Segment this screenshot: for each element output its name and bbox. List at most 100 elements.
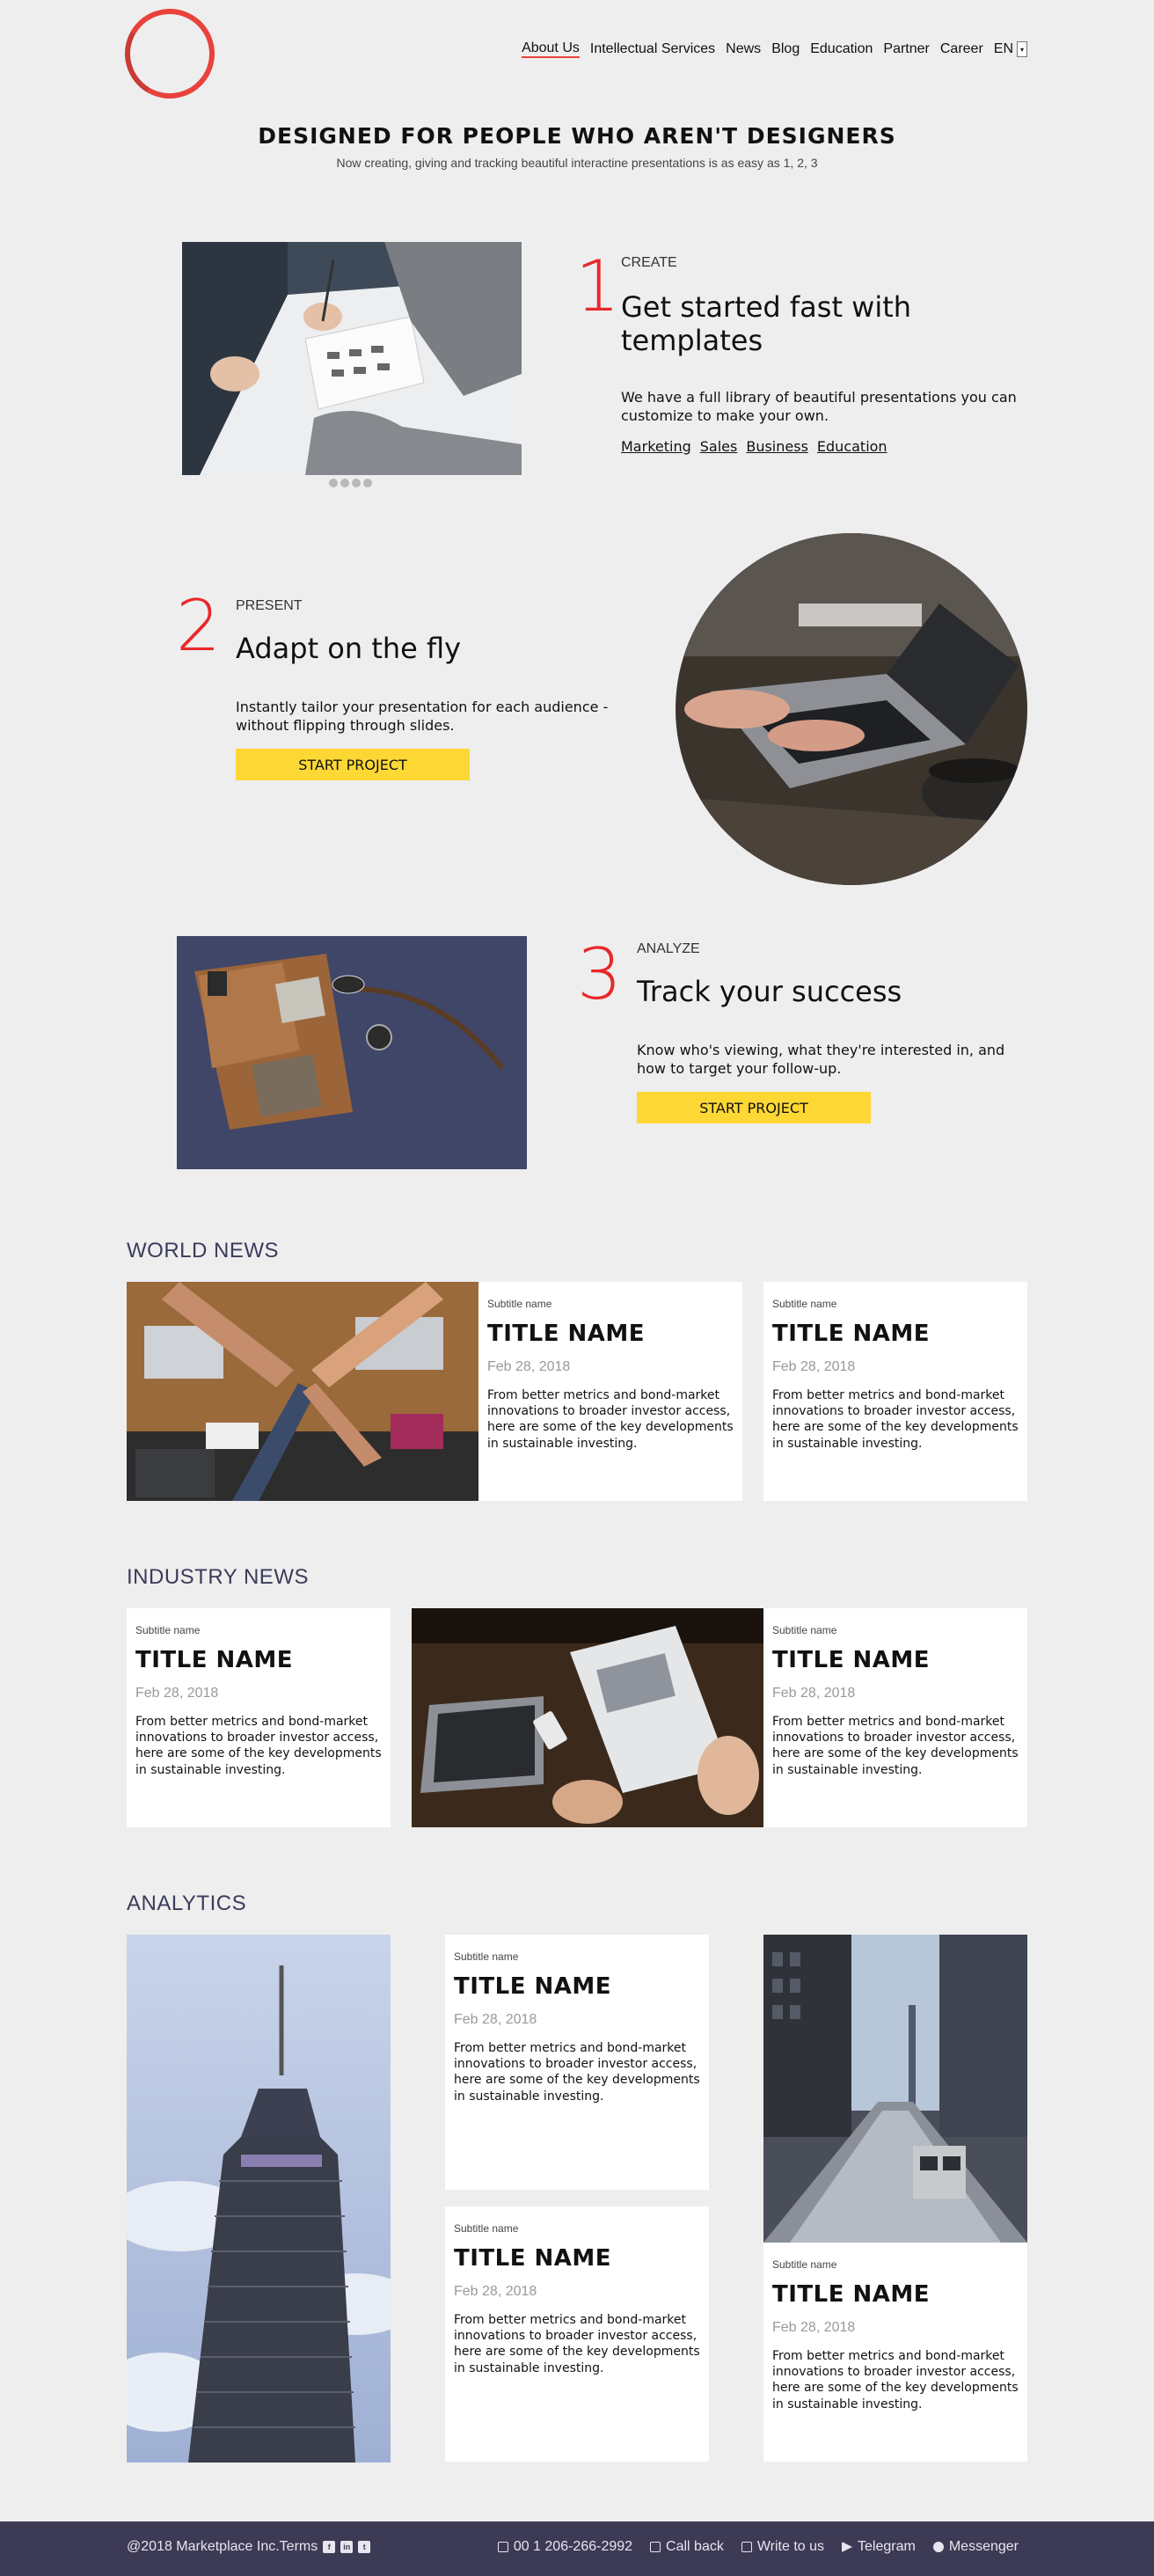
nav-partner[interactable]: Partner [883,41,929,57]
mail-icon [741,2542,752,2552]
news-card[interactable]: Subtitle name TITLE NAME Feb 28, 2018 Fr… [478,1282,742,1501]
step-desc-create: We have a full library of beautiful pres… [621,389,1017,424]
card-text: From better metrics and bond-market inno… [772,1388,1019,1451]
nav-about-us[interactable]: About Us [522,40,580,58]
language-label: EN [993,41,1013,56]
step-desc-present: Instantly tailor your presentation for e… [236,699,609,734]
card-date: Feb 28, 2018 [487,1359,571,1374]
messenger-link[interactable]: Messenger [932,2539,1019,2555]
call-back-label: Call back [666,2539,724,2554]
card-date: Feb 28, 2018 [135,1686,219,1701]
feature-analyze-image [177,936,527,1169]
world-news-image[interactable] [127,1282,478,1501]
news-card[interactable]: Subtitle name TITLE NAME Feb 28, 2018 Fr… [763,1608,1027,1827]
phone-number: 00 1 206-266-2992 [513,2539,633,2554]
card-title[interactable]: TITLE NAME [454,2245,700,2272]
step-title-analyze: Track your success [637,975,902,1008]
card-title[interactable]: TITLE NAME [454,1973,700,2000]
template-tags: Marketing Sales Business Education [621,438,887,455]
nav-intellectual-services[interactable]: Intellectual Services [590,41,715,57]
logo[interactable] [114,0,225,109]
phone-icon [650,2542,661,2552]
card-title[interactable]: TITLE NAME [487,1321,734,1347]
card-text: From better metrics and bond-market inno… [454,2041,700,2104]
footer-contacts: 00 1 206-266-2992 Call back Write to us … [497,2539,1019,2555]
section-title-analytics: ANALYTICS [127,1892,247,1915]
main-nav: About Us Intellectual Services News Blog… [522,40,1027,58]
card-text: From better metrics and bond-market inno… [487,1388,734,1451]
card-text: From better metrics and bond-market inno… [772,1715,1019,1777]
card-date: Feb 28, 2018 [772,1359,856,1374]
card-date: Feb 28, 2018 [772,2320,856,2335]
section-title-industry-news: INDUSTRY NEWS [127,1565,309,1589]
card-subtitle: Subtitle name [454,1950,519,1963]
step-number-2: 2 [176,585,221,667]
card-subtitle: Subtitle name [772,1624,837,1636]
step-kicker-present: PRESENT [236,598,303,613]
tag-education[interactable]: Education [817,438,887,455]
card-subtitle: Subtitle name [135,1624,201,1636]
call-back-link[interactable]: Call back [650,2539,724,2555]
start-project-button[interactable]: START PROJECT [236,749,470,780]
step-title-create: Get started fast with templates [621,290,912,358]
card-subtitle: Subtitle name [772,1298,837,1310]
carousel-dots[interactable] [329,479,372,487]
phone-icon [497,2542,508,2552]
feature-present-image [676,533,1027,885]
twitter-icon[interactable]: t [358,2541,371,2553]
section-title-world-news: WORLD NEWS [127,1239,279,1262]
write-to-us-label: Write to us [756,2539,825,2554]
news-card[interactable]: Subtitle name TITLE NAME Feb 28, 2018 Fr… [445,2206,709,2462]
facebook-icon[interactable]: f [323,2541,336,2553]
step-number-1: 1 [575,245,620,327]
chevron-down-icon: ▾ [1017,41,1027,57]
telegram-icon [842,2542,853,2552]
industry-news-image[interactable] [412,1608,763,1827]
news-card[interactable]: Subtitle name TITLE NAME Feb 28, 2018 Fr… [445,1935,709,2190]
phone-link[interactable]: 00 1 206-266-2992 [497,2539,633,2555]
news-card[interactable]: Subtitle name TITLE NAME Feb 28, 2018 Fr… [763,1282,1027,1501]
tag-business[interactable]: Business [746,438,808,455]
card-title[interactable]: TITLE NAME [772,1647,1019,1673]
write-to-us-link[interactable]: Write to us [741,2539,824,2555]
messenger-label: Messenger [948,2539,1019,2554]
tag-marketing[interactable]: Marketing [621,438,691,455]
card-title[interactable]: TITLE NAME [772,2281,1019,2308]
card-subtitle: Subtitle name [454,2222,519,2235]
feature-create-image [182,242,522,475]
card-date: Feb 28, 2018 [454,2284,537,2299]
step-desc-analyze: Know who's viewing, what they're interes… [637,1042,1005,1077]
news-card[interactable]: Subtitle name TITLE NAME Feb 28, 2018 Fr… [763,2243,1027,2462]
card-text: From better metrics and bond-market inno… [772,2349,1019,2411]
nav-blog[interactable]: Blog [771,41,800,57]
page-subtitle: Now creating, giving and tracking beauti… [336,156,818,170]
messenger-icon [932,2542,944,2552]
telegram-label: Telegram [858,2539,916,2554]
footer: @2018 Marketplace Inc.Terms f in t 00 1 … [0,2521,1154,2576]
card-subtitle: Subtitle name [772,2258,837,2271]
start-project-button[interactable]: START PROJECT [637,1092,871,1123]
card-date: Feb 28, 2018 [772,1686,856,1701]
step-title-present: Adapt on the fly [236,632,462,665]
tag-sales[interactable]: Sales [700,438,738,455]
card-title[interactable]: TITLE NAME [135,1647,382,1673]
linkedin-icon[interactable]: in [340,2541,354,2553]
step-kicker-create: CREATE [621,255,677,270]
card-title[interactable]: TITLE NAME [772,1321,1019,1347]
step-number-3: 3 [577,933,622,1015]
analytics-city-image[interactable] [763,1935,1027,2243]
analytics-tower-image[interactable] [127,1935,391,2463]
telegram-link[interactable]: Telegram [842,2539,916,2555]
card-text: From better metrics and bond-market inno… [135,1715,382,1777]
card-date: Feb 28, 2018 [454,2012,537,2027]
language-select[interactable]: EN ▾ [994,41,1027,57]
card-text: From better metrics and bond-market inno… [454,2313,700,2375]
copyright[interactable]: @2018 Marketplace Inc.Terms [127,2539,318,2555]
footer-left: @2018 Marketplace Inc.Terms f in t [127,2539,371,2555]
nav-career[interactable]: Career [940,41,983,57]
nav-news[interactable]: News [726,41,761,57]
news-card[interactable]: Subtitle name TITLE NAME Feb 28, 2018 Fr… [127,1608,391,1827]
nav-education[interactable]: Education [810,41,873,57]
card-subtitle: Subtitle name [487,1298,552,1310]
page-title: DESIGNED FOR PEOPLE WHO AREN'T DESIGNERS [258,123,896,149]
